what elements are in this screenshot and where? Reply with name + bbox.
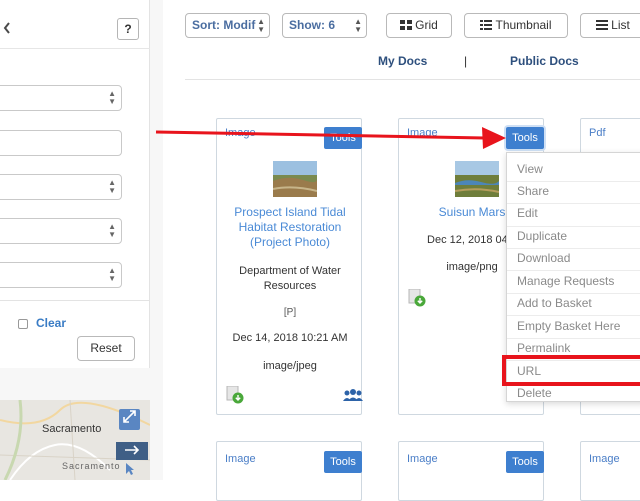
filter-divider <box>0 300 150 301</box>
clear-link[interactable]: Clear <box>36 316 66 330</box>
card-flag: [P] <box>283 307 297 318</box>
select-arrows-icon: ▲ ▼ <box>354 17 362 34</box>
filter-select-3[interactable]: ▲ ▼ <box>0 218 122 244</box>
filter-select-4[interactable]: ▲ ▼ <box>0 262 122 288</box>
card-title[interactable]: Prospect Island Tidal Habitat Restoratio… <box>223 205 357 250</box>
grid-icon <box>400 20 413 30</box>
select-arrows-icon: ▲ ▼ <box>257 17 265 34</box>
download-doc-icon[interactable] <box>226 385 244 404</box>
menu-item-view[interactable]: View <box>517 162 543 176</box>
menu-separator <box>507 226 640 227</box>
filter-select-1[interactable]: ▲ ▼ <box>0 85 122 111</box>
card-mime-type: image/jpeg <box>263 360 317 372</box>
expand-icon[interactable] <box>119 409 140 430</box>
annotation-arrow <box>155 127 506 149</box>
filter-select-2[interactable]: ▲ ▼ <box>0 174 122 200</box>
map-city-label: Sacramento <box>42 423 102 435</box>
doc-card[interactable]: Image Tools <box>398 441 544 501</box>
menu-item-duplicate[interactable]: Duplicate <box>517 229 567 243</box>
card-thumbnail[interactable] <box>455 161 499 197</box>
menu-separator <box>507 338 640 339</box>
card-thumbnail[interactable] <box>273 161 317 197</box>
cursor-icon <box>125 462 135 479</box>
menu-separator <box>507 248 640 249</box>
panel-header-divider <box>0 48 150 49</box>
select-arrows-icon: ▲ ▼ <box>108 89 116 106</box>
select-arrows-icon: ▲ ▼ <box>108 222 116 239</box>
sort-select[interactable]: Sort: Modif ▲ ▼ <box>185 13 270 38</box>
card-type-label: Image <box>225 453 256 465</box>
menu-separator <box>507 270 640 271</box>
list-icon <box>596 20 609 30</box>
menu-item-manage-requests[interactable]: Manage Requests <box>517 274 614 288</box>
grid-view-button[interactable]: Grid <box>386 13 452 38</box>
card-organization: Department of Water Resources <box>239 265 341 292</box>
grid-label: Grid <box>415 18 438 32</box>
reset-button[interactable]: Reset <box>77 336 135 361</box>
menu-item-add-to-basket[interactable]: Add to Basket <box>517 296 592 310</box>
tools-button-active[interactable]: Tools <box>506 127 544 149</box>
tab-public-docs[interactable]: Public Docs <box>510 54 579 68</box>
menu-item-share[interactable]: Share <box>517 184 549 198</box>
doc-card[interactable]: Image Tools <box>216 441 362 501</box>
thumbnail-view-button[interactable]: Thumbnail <box>464 13 568 38</box>
show-select-label: Show: 6 <box>289 18 336 32</box>
sort-select-label: Sort: Modif <box>192 18 256 32</box>
tabs-divider <box>185 79 640 80</box>
download-doc-icon[interactable] <box>408 288 426 307</box>
tab-my-docs[interactable]: My Docs <box>378 54 427 68</box>
map-city-label-faint: Sacramento <box>62 461 121 471</box>
tab-separator: | <box>464 54 468 68</box>
card-type-label: Image <box>407 453 438 465</box>
filter-text-input[interactable] <box>0 130 122 156</box>
tools-button[interactable]: Tools <box>506 451 544 473</box>
help-button[interactable]: ? <box>117 18 139 40</box>
thumbnail-icon <box>480 20 493 30</box>
menu-separator <box>507 203 640 204</box>
select-arrows-icon: ▲ ▼ <box>108 178 116 195</box>
menu-separator <box>507 315 640 316</box>
menu-item-edit[interactable]: Edit <box>517 206 538 220</box>
tools-button[interactable]: Tools <box>324 451 362 473</box>
users-icon[interactable] <box>343 389 363 404</box>
list-view-button[interactable]: List <box>580 13 640 38</box>
select-arrows-icon: ▲ ▼ <box>108 266 116 283</box>
list-label: List <box>611 18 630 32</box>
thumbnail-label: Thumbnail <box>495 18 552 32</box>
menu-item-permalink[interactable]: Permalink <box>517 341 570 355</box>
card-date: Dec 14, 2018 10:21 AM <box>232 332 348 344</box>
annotation-highlight-box <box>502 355 640 386</box>
menu-item-delete[interactable]: Delete <box>517 386 552 400</box>
menu-separator <box>507 181 640 182</box>
menu-item-empty-basket[interactable]: Empty Basket Here <box>517 319 620 333</box>
arrow-right-icon[interactable] <box>116 442 148 460</box>
menu-separator <box>507 293 640 294</box>
doc-card[interactable]: Image Tools Prospect Island Tidal Habita… <box>216 118 363 415</box>
menu-item-download[interactable]: Download <box>517 251 570 265</box>
card-type-label: Pdf <box>589 127 606 139</box>
chevron-left-icon[interactable] <box>3 22 11 37</box>
doc-card[interactable]: Image <box>580 441 640 501</box>
clear-checkbox[interactable] <box>18 319 28 329</box>
show-select[interactable]: Show: 6 ▲ ▼ <box>282 13 367 38</box>
card-type-label: Image <box>589 453 620 465</box>
